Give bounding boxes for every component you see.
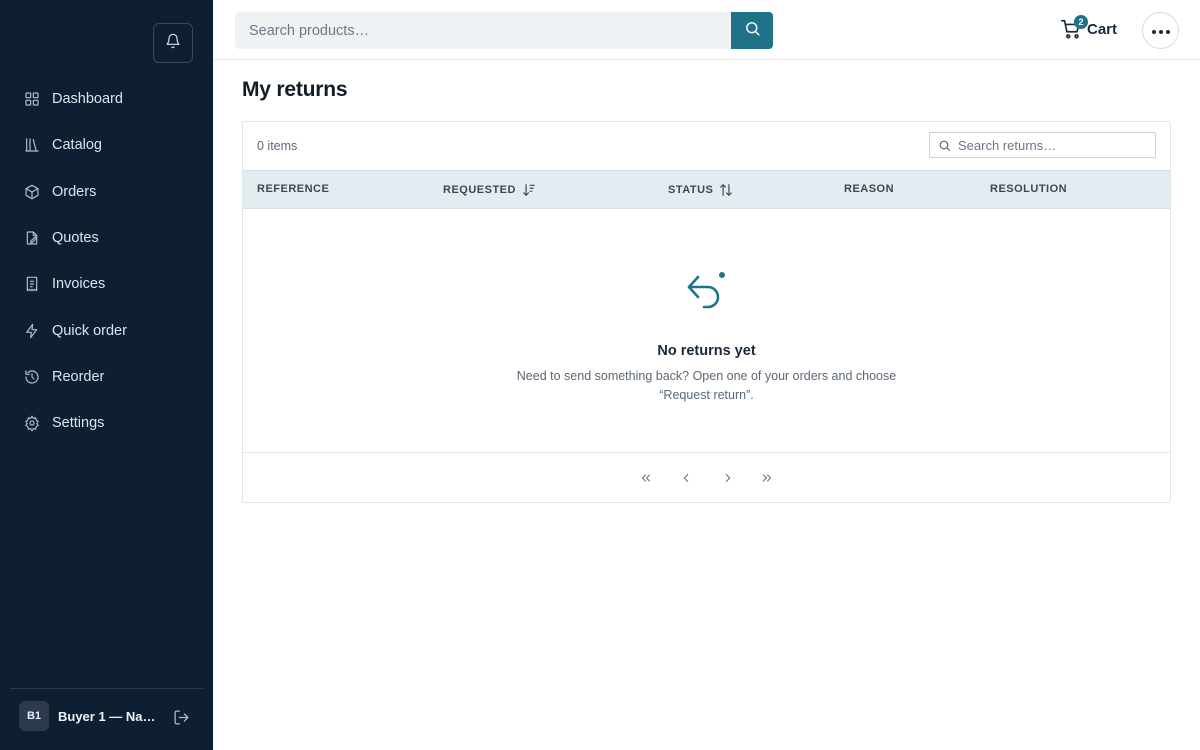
chevrons-left-icon[interactable] [636,469,656,487]
column-header-requested[interactable]: REQUESTED [443,183,536,197]
sort-descending-icon [522,183,536,197]
sidebar-divider [10,688,203,689]
more-horizontal-icon [1151,22,1171,40]
empty-state-message: Need to send something back? Open one of… [516,369,897,402]
search-button[interactable] [731,12,773,49]
more-options-button[interactable] [1142,12,1179,49]
page-title: My returns [242,78,348,101]
column-label: REASON [844,183,895,195]
column-header-resolution[interactable]: RESOLUTION [990,183,1067,195]
column-label: REFERENCE [257,183,330,195]
sidebar-item-label: Reorder [52,368,105,385]
bell-icon [165,33,181,54]
sidebar-item-label: Orders [52,183,97,200]
pagination [243,452,1170,503]
search-icon [930,139,958,152]
items-count: 0 items [257,139,298,153]
search-icon [744,20,761,42]
sidebar-item-reorder[interactable]: Reorder [0,354,213,400]
avatar: B1 [19,701,49,731]
sidebar-item-quotes[interactable]: Quotes [0,215,213,261]
sort-toggle-icon [719,183,733,197]
sidebar-item-label: Dashboard [52,91,123,108]
notifications-button[interactable] [153,23,193,63]
return-arrow-icon [686,271,728,317]
box-icon [24,184,40,200]
column-label: RESOLUTION [990,183,1068,195]
column-header-reference[interactable]: REFERENCE [257,183,329,195]
history-icon [24,369,40,385]
chevron-right-icon[interactable] [718,469,738,487]
sidebar-item-quick-order[interactable]: Quick order [0,307,213,353]
sidebar-item-settings[interactable]: Settings [0,400,213,446]
sidebar-nav: Dashboard Catalog Orders Quotes Invoices… [0,76,213,446]
cart-button[interactable]: 2 Cart [1060,15,1118,42]
user-profile[interactable]: B1 Buyer 1 — Nair… [19,701,199,731]
sidebar-item-label: Invoices [52,276,106,293]
sidebar-item-label: Quick order [52,322,127,339]
gear-icon [24,415,40,432]
quote-document-icon [24,230,40,246]
table-toolbar: 0 items [243,122,1170,170]
sidebar-item-invoices[interactable]: Invoices [0,261,213,307]
catalog-books-icon [24,137,40,153]
top-bar: 2 Cart [213,0,1200,60]
empty-state: No returns yet Need to send something ba… [243,209,1170,452]
returns-table-card: 0 items REFERENCE REQUESTED STATUS [242,121,1171,503]
sidebar-item-label: Quotes [52,230,99,247]
chevrons-right-icon[interactable] [757,469,777,487]
sidebar-item-label: Settings [52,415,105,432]
receipt-icon [24,276,40,292]
cart-label: Cart [1087,20,1118,38]
logout-icon[interactable] [172,708,190,726]
lightning-icon [24,323,40,339]
product-search-input[interactable] [235,12,731,49]
empty-state-title: No returns yet [657,343,756,359]
cart-count-badge: 2 [1074,15,1088,29]
sidebar-item-catalog[interactable]: Catalog [0,122,213,168]
column-label: REQUESTED [443,184,516,196]
dashboard-grid-icon [24,91,40,107]
sidebar-item-orders[interactable]: Orders [0,169,213,215]
returns-search-input[interactable] [958,137,1148,153]
cart-icon: 2 [1060,15,1088,40]
chevron-left-icon[interactable] [676,469,696,487]
sidebar-item-label: Catalog [52,137,102,154]
sidebar: Dashboard Catalog Orders Quotes Invoices… [0,0,213,750]
column-label: STATUS [668,184,714,196]
returns-search-box[interactable] [929,132,1156,158]
column-header-reason[interactable]: REASON [844,183,894,195]
sidebar-item-dashboard[interactable]: Dashboard [0,76,213,122]
table-header: REFERENCE REQUESTED STATUS REASON RESOLU… [243,170,1170,209]
app-root: Dashboard Catalog Orders Quotes Invoices… [0,0,1200,750]
column-header-status[interactable]: STATUS [668,183,733,197]
user-name: Buyer 1 — Nair… [58,708,158,724]
